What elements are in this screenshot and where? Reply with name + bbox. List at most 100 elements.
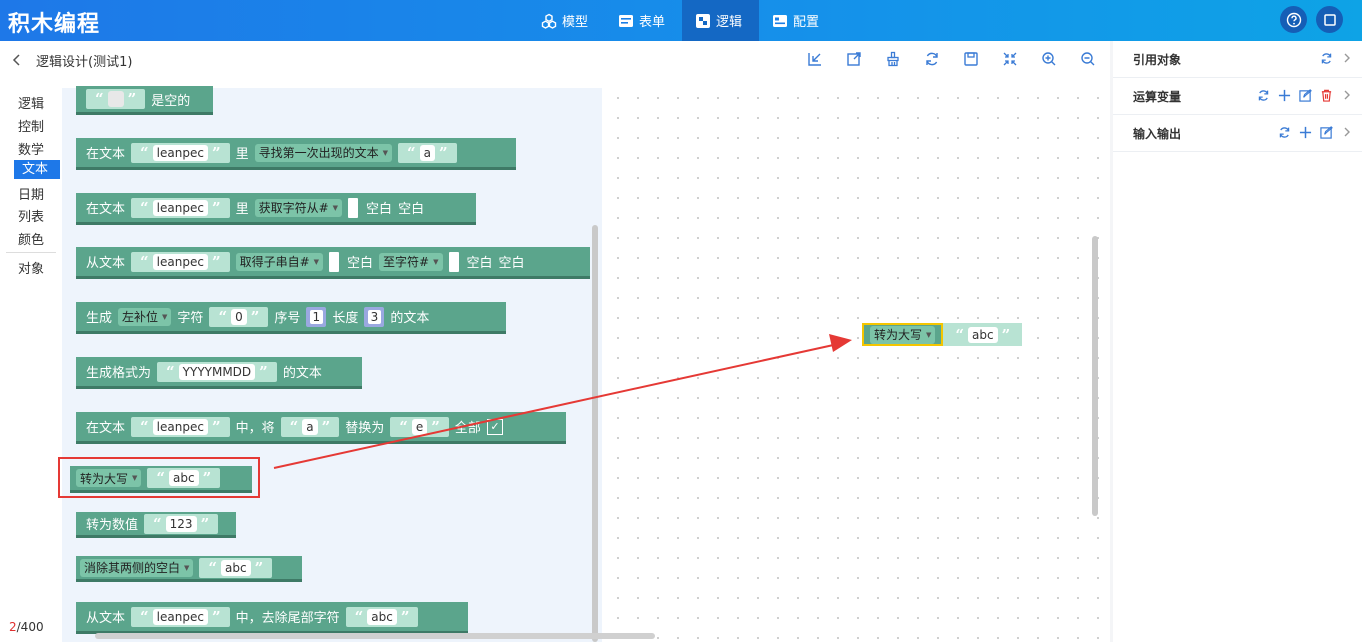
block-is-empty[interactable]: “” 是空的 [76,86,213,112]
refresh-icon[interactable] [1256,88,1270,102]
string-value: abc [221,559,251,576]
nav-tab-form[interactable]: 表单 [605,0,682,41]
block-label: 在文本 [86,147,126,162]
help-icon [1286,12,1301,27]
string-value: a [419,144,435,161]
panel-row-label: 输入输出 [1133,127,1182,141]
string-value: a [302,418,318,435]
add-icon[interactable] [1298,125,1312,139]
zoom-out-button[interactable] [1078,49,1098,69]
string-slot: “abc” [345,606,419,627]
category-text[interactable]: 文本 [14,160,60,179]
block-dropdown[interactable]: 转为大写 ▼ [870,325,936,344]
block-dropdown[interactable]: 至字符# ▼ [379,252,443,271]
block-substring[interactable]: 从文本 “leanpec” 取得子串自# ▼ 空白 至字符# ▼ 空白 空白 [76,247,590,276]
block-find-text[interactable]: 在文本 “leanpec” 里 寻找第一次出现的文本 ▼ “a” [76,138,516,167]
nav-tab-logic[interactable]: 逻辑 [682,0,760,41]
panel-row-label: 引用对象 [1133,53,1182,67]
block-pad-text[interactable]: 生成 左补位 ▼ 字符 “0” 序号 1 长度 3 的文本 [76,302,506,331]
category-control[interactable]: 控制 [18,116,44,135]
refresh-icon[interactable] [1277,125,1291,139]
fullscreen-button[interactable] [1316,6,1343,33]
right-panel: 引用对象 运算变量 输入输出 [1110,41,1362,642]
block-trim[interactable]: 消除其两侧的空白 ▼ “abc” [76,556,302,579]
block-dropdown[interactable]: 左补位 ▼ [118,307,172,326]
add-icon[interactable] [1277,88,1291,102]
category-divider [6,252,56,253]
block-dropdown[interactable]: 寻找第一次出现的文本 ▼ [254,143,392,162]
edit-icon[interactable] [1319,125,1333,139]
block-label: 字符 [177,311,204,326]
string-value: leanpec [152,199,208,216]
help-button[interactable] [1280,6,1307,33]
config-icon [773,14,788,27]
save-button[interactable] [961,49,981,69]
export-icon [847,52,861,66]
chevron-right-icon[interactable] [1340,125,1354,139]
chevron-down-icon: ▼ [382,148,388,157]
block-label: 是空的 [151,93,191,109]
chevron-down-icon: ▼ [184,563,190,572]
string-slot: “a” [280,416,340,437]
string-value [107,91,124,107]
string-value: leanpec [152,418,208,435]
delete-icon[interactable] [1319,88,1333,102]
category-object[interactable]: 对象 [18,258,44,277]
nav-tab-config[interactable]: 配置 [759,0,836,41]
export-button[interactable] [844,49,864,69]
block-replace-text[interactable]: 在文本 “leanpec” 中，将 “a” 替换为 “e” 全部 ✓ [76,412,566,441]
category-logic[interactable]: 逻辑 [18,93,44,112]
string-slot: “YYYYMMDD” [157,361,277,382]
replace-all-checkbox[interactable]: ✓ [486,418,503,435]
chevron-right-icon[interactable] [1340,51,1354,65]
block-label: 里 [235,147,249,162]
string-slot: “leanpec” [131,142,230,163]
back-icon[interactable] [11,52,23,68]
number-value: 3 [367,309,382,324]
block-label: 空白 [466,256,493,271]
zoom-in-button[interactable] [1039,49,1059,69]
block-dropdown[interactable]: 消除其两侧的空白 ▼ [80,558,194,577]
block-label: 生成 [86,311,113,326]
category-list[interactable]: 列表 [18,206,44,225]
string-slot: “abc” [943,323,1023,346]
category-math[interactable]: 数学 [18,139,44,158]
nav-tab-model[interactable]: 模型 [528,0,605,41]
category-color[interactable]: 颜色 [18,229,44,248]
block-trim-suffix[interactable]: 从文本 “leanpec” 中，去除尾部字符 “abc” [76,602,468,631]
string-slot: “123” [144,513,219,534]
block-format-date[interactable]: 生成格式为 “YYYYMMDD” 的文本 [76,357,362,386]
block-dropdown[interactable]: 取得子串自# ▼ [235,252,324,271]
main-nav: 模型 表单 逻辑 配置 [528,0,836,41]
panel-row-variables[interactable]: 运算变量 [1113,78,1362,115]
block-to-number[interactable]: 转为数值 “123” [76,512,236,535]
block-label: 的文本 [390,311,430,326]
clean-button[interactable] [883,49,903,69]
panel-row-io[interactable]: 输入输出 [1113,115,1362,152]
block-label: 转为数值 [86,518,139,533]
panel-row-label: 运算变量 [1133,90,1182,104]
nav-tab-model-label: 模型 [562,15,589,30]
workspace-vertical-scrollbar[interactable] [1092,236,1098,516]
zoom-in-icon [1042,52,1056,66]
dropdown-value: 寻找第一次出现的文本 [258,146,379,160]
fullscreen-icon [1323,13,1336,26]
dropdown-value: 取得子串自# [239,255,310,269]
chevron-right-icon[interactable] [1340,88,1354,102]
selected-block[interactable]: 转为大写 ▼ [862,323,944,346]
workspace-block-to-uppercase[interactable]: 转为大写 ▼ “abc” [862,323,1023,346]
workspace-horizontal-scrollbar[interactable] [95,633,655,639]
collapse-button[interactable] [1000,49,1020,69]
dropdown-value: 获取字符从# [258,201,329,215]
block-label: 在文本 [86,202,126,217]
flyout-scrollbar[interactable] [592,225,598,642]
string-value: abc [367,608,397,625]
panel-row-reference-objects[interactable]: 引用对象 [1113,41,1362,78]
refresh-button[interactable] [922,49,942,69]
category-date[interactable]: 日期 [18,184,44,203]
block-dropdown[interactable]: 获取字符从# ▼ [254,198,343,217]
block-get-char[interactable]: 在文本 “leanpec” 里 获取字符从# ▼ 空白 空白 [76,193,476,222]
import-button[interactable] [805,49,825,69]
edit-icon[interactable] [1298,88,1312,102]
refresh-icon[interactable] [1319,51,1333,65]
